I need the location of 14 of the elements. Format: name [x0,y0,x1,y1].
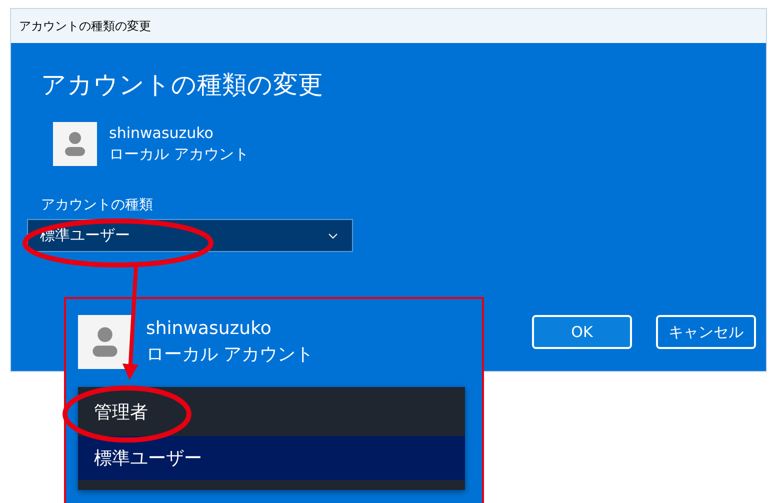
account-type: ローカル アカウント [109,144,249,165]
field-label: アカウントの種類 [41,196,154,214]
account-name: shinwasuzuko [109,123,214,144]
dropdown-option[interactable]: 標準ユーザー [78,436,465,480]
account-type: ローカル アカウント [146,343,314,367]
window-title: アカウントの種類の変更 [19,18,151,34]
dropdown-option[interactable]: 管理者 [78,387,465,436]
chevron-down-icon [328,232,338,238]
account-name: shinwasuzuko [146,317,272,341]
user-avatar-icon [78,315,132,369]
dialog-heading: アカウントの種類の変更 [41,70,324,100]
dialog-button[interactable]: OK [532,315,632,349]
user-avatar-icon [53,122,97,166]
dialog-button[interactable]: キャンセル [656,315,756,349]
